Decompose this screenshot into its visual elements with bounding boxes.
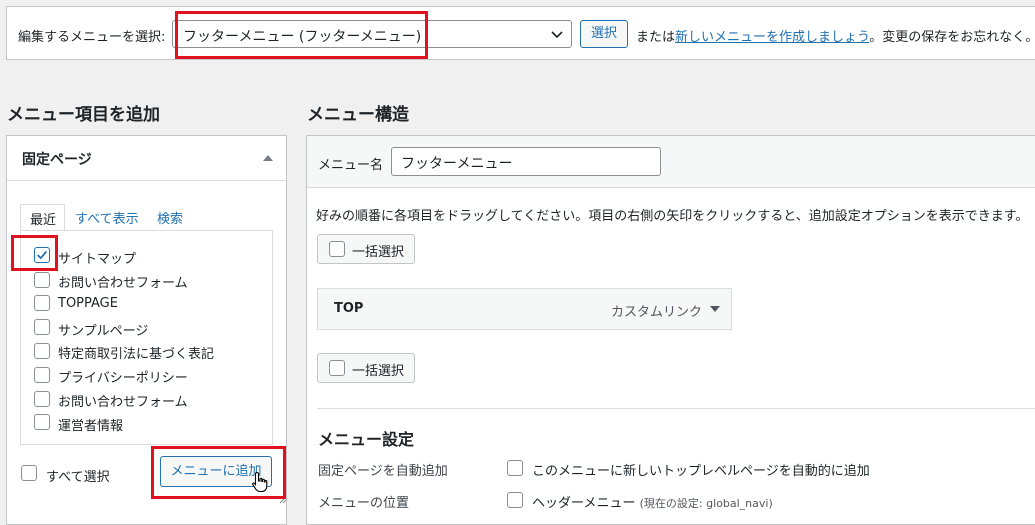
page-label: 特定商取引法に基づく表記 [58, 347, 215, 362]
header-menu-label: ヘッダーメニュー (現在の設定: global_navi) [532, 492, 773, 511]
menu-structure-panel: メニュー名 フッターメニュー 好みの順番に各項目をドラッグしてください。項目の右… [306, 135, 1035, 525]
select-all-label: すべて選択 [46, 470, 110, 485]
pages-panel-header[interactable]: 固定ページ [7, 136, 286, 181]
menu-structure-heading: メニュー構造 [307, 105, 409, 125]
highlight-sitemap-checkbox [11, 235, 58, 271]
bulk-select-label: 一括選択 [352, 364, 405, 379]
page-checkbox[interactable] [34, 391, 50, 407]
current-setting-note: (現在の設定: global_navi) [639, 497, 773, 510]
page-checkbox[interactable] [34, 319, 50, 335]
auto-add-label: 固定ページを自動追加 [318, 464, 448, 479]
add-menu-items-heading: メニュー項目を追加 [7, 105, 160, 125]
menu-item-title: TOP [334, 301, 364, 316]
tab-recent-label: 最近 [30, 213, 57, 228]
menu-location-label: メニューの位置 [318, 496, 410, 511]
tab-search[interactable]: 検索 [157, 208, 183, 227]
page-label: お問い合わせフォーム [58, 395, 188, 410]
menu-name-row: メニュー名 フッターメニュー [307, 136, 1035, 188]
highlight-add-button [151, 446, 286, 499]
select-menu-button[interactable]: 選択 [580, 20, 628, 48]
bulk-select-label: 一括選択 [352, 245, 405, 260]
create-menu-hint: または新しいメニューを作成しましょう。変更の保存をお忘れなく。 [636, 26, 1035, 45]
page-label: TOPPAGE [58, 296, 118, 311]
create-menu-hint-prefix: または [636, 30, 676, 45]
select-all-checkbox[interactable] [21, 465, 37, 481]
bulk-select-button[interactable]: 一括選択 [317, 353, 415, 383]
page-label: 運営者情報 [58, 419, 124, 434]
auto-add-checkbox[interactable] [507, 460, 523, 476]
create-menu-hint-suffix: 。変更の保存をお忘れなく。 [869, 30, 1035, 45]
pages-panel-title: 固定ページ [22, 152, 92, 168]
page-checkbox[interactable] [34, 272, 50, 288]
header-menu-checkbox[interactable] [507, 492, 523, 508]
page-label: プライバシーポリシー [58, 371, 188, 386]
tab-view-all[interactable]: すべて表示 [75, 208, 139, 227]
page-label: サイトマップ [58, 252, 137, 267]
menu-item[interactable]: TOP カスタムリンク [317, 288, 732, 330]
page-label: お問い合わせフォーム [58, 276, 188, 291]
page-label: サンプルページ [58, 324, 149, 339]
menu-name-value: フッターメニュー [401, 156, 513, 172]
header-menu-text: ヘッダーメニュー [532, 496, 636, 511]
menu-item-type: カスタムリンク [611, 305, 703, 320]
page-checkbox[interactable] [34, 367, 50, 383]
bulk-select-button[interactable]: 一括選択 [317, 234, 415, 264]
tab-recent[interactable]: 最近 [20, 204, 65, 230]
caret-up-icon[interactable] [263, 155, 273, 161]
section-divider [317, 408, 1035, 409]
drag-instructions: 好みの順番に各項目をドラッグしてください。項目の右側の矢印をクリックすると、追加… [316, 209, 1029, 224]
highlight-menu-select [175, 11, 428, 59]
auto-add-text: このメニューに新しいトップレベルページを自動的に追加 [532, 464, 870, 479]
bulk-select-checkbox[interactable] [329, 241, 345, 257]
menu-name-input[interactable]: フッターメニュー [391, 147, 661, 176]
menu-name-label: メニュー名 [318, 158, 384, 173]
chevron-down-icon [551, 31, 563, 39]
menu-settings-title: メニュー設定 [318, 430, 415, 449]
page-checkbox[interactable] [34, 295, 50, 311]
page-checkbox[interactable] [34, 414, 50, 430]
page-checkbox[interactable] [34, 343, 50, 359]
create-menu-link[interactable]: 新しいメニューを作成しましょう [675, 30, 869, 45]
bulk-select-checkbox[interactable] [329, 360, 345, 376]
menu-select-label: 編集するメニューを選択: [18, 30, 166, 45]
expand-arrow-icon[interactable] [710, 306, 720, 312]
